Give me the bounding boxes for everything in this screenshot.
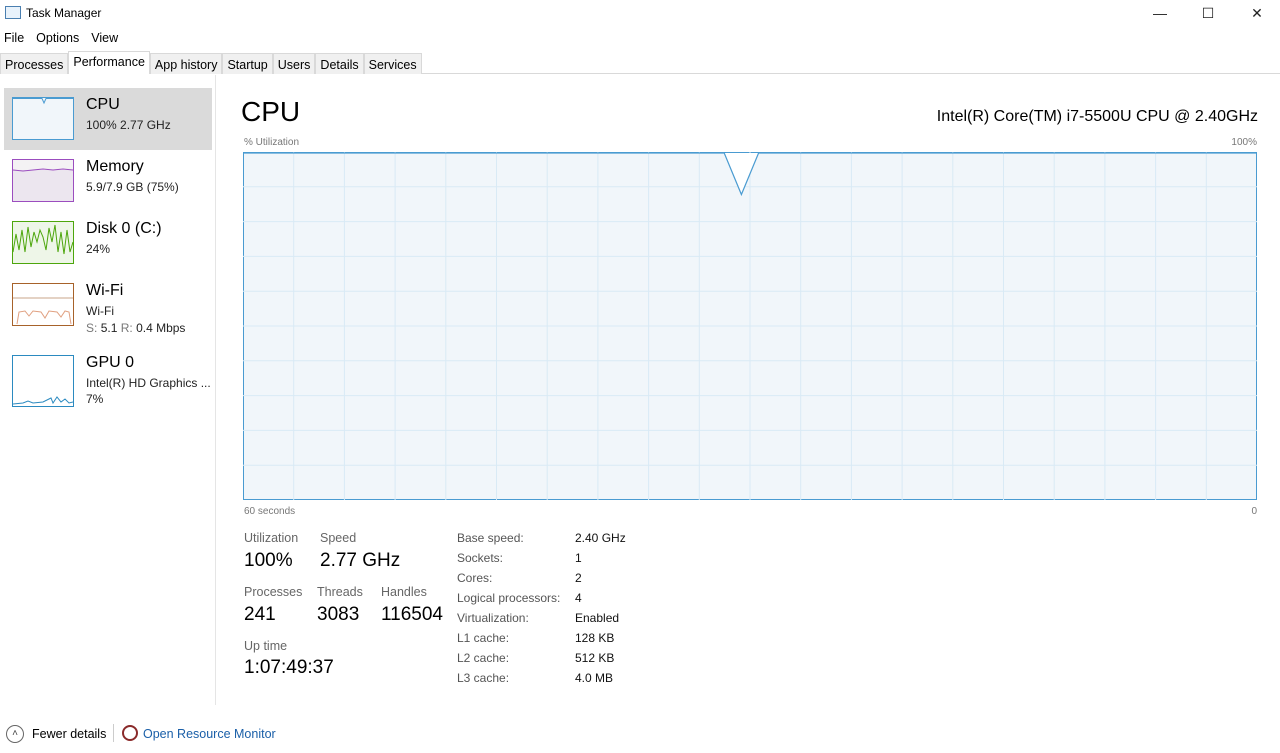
gpu-thumbnail-graph	[12, 355, 74, 407]
sidebar-item-label: Disk 0 (C:)	[86, 220, 162, 237]
tab-details[interactable]: Details	[315, 53, 364, 74]
disk-thumbnail-graph	[12, 221, 74, 264]
menu-view[interactable]: View	[91, 31, 118, 45]
utilization-label: Utilization	[244, 531, 299, 545]
spec-label: Cores:	[457, 571, 493, 585]
processes-value: 241	[244, 604, 276, 625]
spec-value: 2	[575, 571, 582, 585]
spec-label: Logical processors:	[457, 591, 561, 605]
cpu-utilization-graph	[243, 152, 1257, 500]
maximize-button[interactable]: ☐	[1185, 0, 1231, 26]
spec-value: 2.40 GHz	[575, 531, 626, 545]
minimize-button[interactable]: —	[1137, 0, 1183, 26]
spec-value: 1	[575, 551, 582, 565]
sidebar-item-label: CPU	[86, 96, 120, 113]
memory-thumbnail-graph	[12, 159, 74, 202]
sidebar-item-memory[interactable]: Memory 5.9/7.9 GB (75%)	[4, 150, 212, 212]
resource-monitor-icon	[122, 725, 138, 741]
graph-x-min: 0	[1251, 506, 1257, 517]
graph-y-max: 100%	[1231, 137, 1257, 148]
tab-bar: Processes Performance App history Startu…	[0, 51, 1280, 74]
spec-label: Sockets:	[457, 551, 504, 565]
fewer-details-button[interactable]: Fewer details	[32, 727, 106, 741]
footer-divider	[113, 724, 114, 742]
uptime-label: Up time	[244, 639, 288, 653]
sidebar-item-value: Intel(R) HD Graphics ...	[86, 376, 211, 390]
menu-file[interactable]: File	[4, 31, 24, 45]
task-manager-icon	[5, 6, 21, 19]
tab-app-history[interactable]: App history	[149, 53, 223, 74]
sidebar-item-value: 5.9/7.9 GB (75%)	[86, 180, 179, 194]
chevron-up-icon[interactable]: ˄	[6, 725, 24, 743]
spec-label: Virtualization:	[457, 611, 529, 625]
tab-performance[interactable]: Performance	[68, 51, 150, 74]
sidebar-item-value: 24%	[86, 242, 111, 256]
sidebar-item-value: Wi-Fi	[86, 304, 114, 318]
sidebar-item-gpu[interactable]: GPU 0 Intel(R) HD Graphics ... 7%	[4, 346, 212, 408]
handles-label: Handles	[381, 585, 427, 599]
threads-value: 3083	[317, 604, 360, 625]
sidebar-item-wifi[interactable]: Wi-Fi Wi-Fi S: 5.1 R: 0.4 Mbps	[4, 274, 212, 336]
graph-y-label: % Utilization	[244, 137, 300, 148]
open-resource-monitor-link[interactable]: Open Resource Monitor	[143, 727, 276, 741]
tab-startup[interactable]: Startup	[222, 53, 273, 74]
spec-value: 4.0 MB	[575, 671, 614, 685]
spec-label: Base speed:	[457, 531, 524, 545]
sidebar: CPU 100% 2.77 GHz Memory 5.9/7.9 GB (75%…	[0, 75, 216, 705]
tab-services[interactable]: Services	[363, 53, 422, 74]
speed-label: Speed	[320, 531, 357, 545]
graph-x-label: 60 seconds	[244, 506, 296, 517]
cpu-model: Intel(R) Core(TM) i7-5500U CPU @ 2.40GHz	[936, 108, 1258, 125]
spec-value: 4	[575, 591, 582, 605]
spec-label: L3 cache:	[457, 671, 510, 685]
sidebar-item-label: GPU 0	[86, 354, 135, 371]
menu-options[interactable]: Options	[36, 31, 79, 45]
sidebar-item-label: Memory	[86, 158, 144, 175]
uptime-value: 1:07:49:37	[244, 657, 334, 678]
threads-label: Threads	[317, 585, 363, 599]
tab-processes[interactable]: Processes	[0, 53, 69, 74]
sidebar-item-value-2: 7%	[86, 392, 104, 406]
utilization-value: 100%	[244, 550, 293, 571]
wifi-throughput: S: 5.1 R: 0.4 Mbps	[86, 321, 186, 335]
spec-value: 512 KB	[575, 651, 615, 665]
page-title: CPU	[241, 96, 301, 127]
tab-users[interactable]: Users	[272, 53, 316, 74]
processes-label: Processes	[244, 585, 303, 599]
spec-value: Enabled	[575, 611, 620, 625]
sidebar-item-label: Wi-Fi	[86, 282, 124, 299]
sidebar-item-cpu[interactable]: CPU 100% 2.77 GHz	[4, 88, 212, 150]
cpu-thumbnail-graph	[12, 97, 74, 140]
wifi-thumbnail-graph	[12, 283, 74, 326]
handles-value: 116504	[381, 604, 443, 625]
menu-bar: File Options View	[4, 31, 118, 45]
spec-label: L1 cache:	[457, 631, 510, 645]
window-title: Task Manager	[26, 6, 102, 20]
sidebar-item-value: 100% 2.77 GHz	[86, 118, 171, 132]
spec-value: 128 KB	[575, 631, 615, 645]
speed-value: 2.77 GHz	[320, 550, 401, 571]
sidebar-item-disk[interactable]: Disk 0 (C:) 24%	[4, 212, 212, 274]
spec-label: L2 cache:	[457, 651, 510, 665]
close-button[interactable]: ✕	[1234, 0, 1280, 26]
